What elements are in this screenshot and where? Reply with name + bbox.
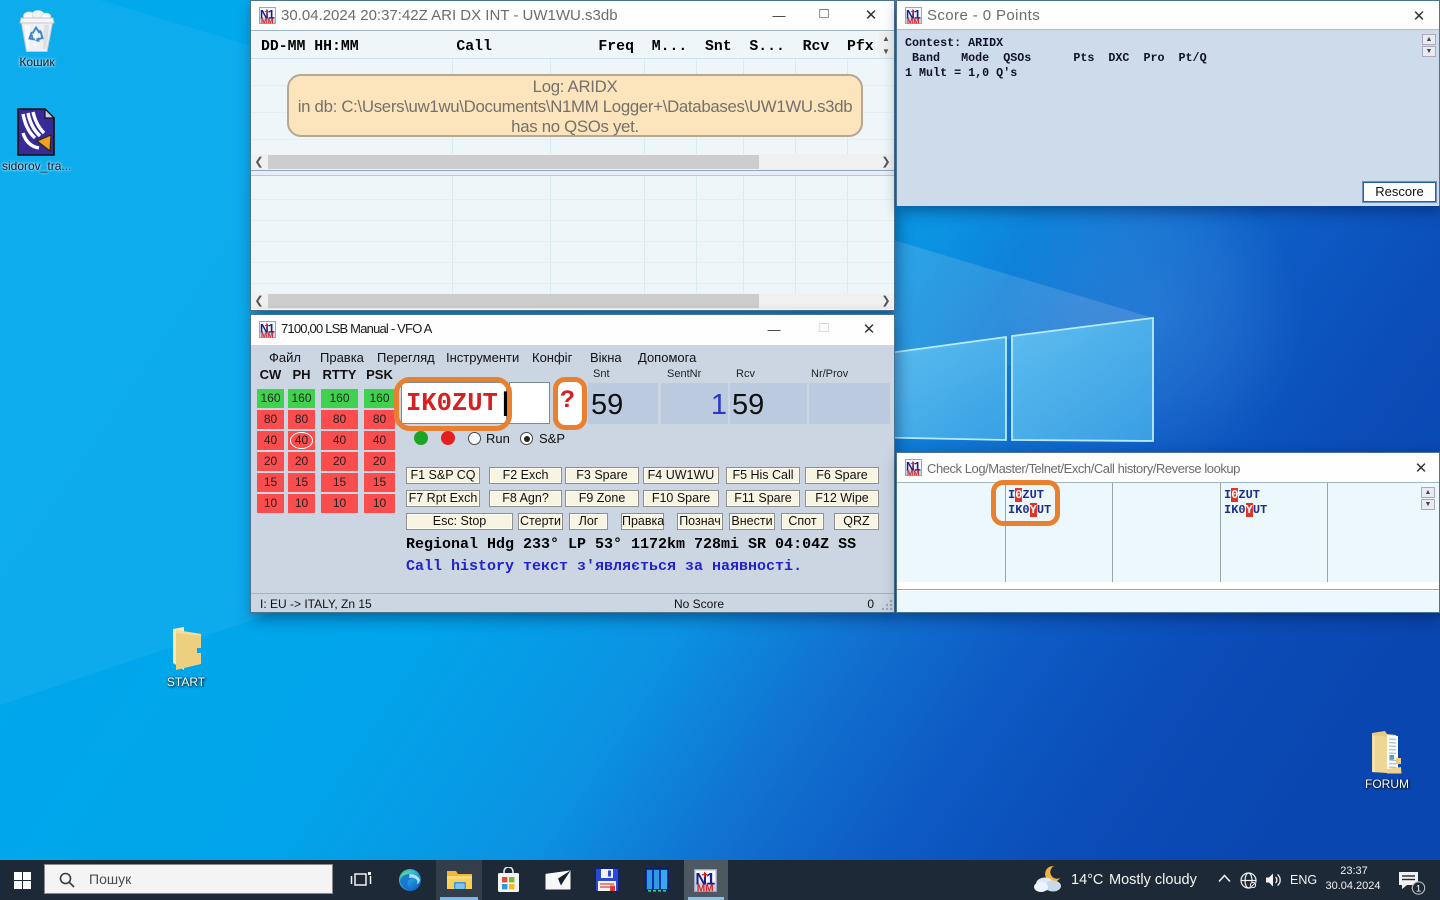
svg-text:+: + bbox=[265, 321, 270, 330]
svg-text:MM: MM bbox=[261, 331, 274, 339]
svg-text:+: + bbox=[265, 7, 270, 16]
svg-text:+: + bbox=[701, 869, 707, 881]
svg-text:MM: MM bbox=[697, 883, 714, 892]
svg-text:+: + bbox=[911, 7, 916, 16]
svg-text:MM: MM bbox=[907, 17, 920, 25]
svg-text:MM: MM bbox=[261, 17, 274, 25]
svg-text:+: + bbox=[911, 459, 916, 468]
svg-text:1: 1 bbox=[1416, 884, 1421, 895]
svg-text:MM: MM bbox=[907, 469, 920, 477]
